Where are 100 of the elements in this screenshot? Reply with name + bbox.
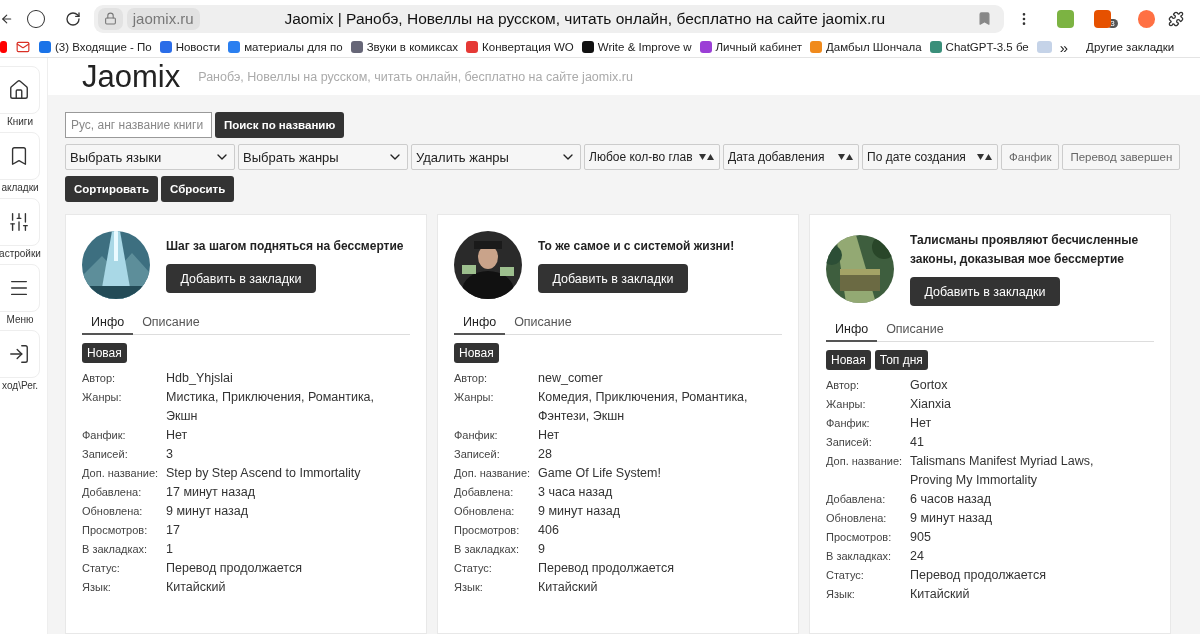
field-label: Добавлена:: [454, 485, 515, 500]
bookmark-item[interactable]: материалы для по: [228, 41, 343, 53]
sidebar-label: акладки: [0, 182, 39, 193]
field-value: Перевод продолжается: [166, 560, 303, 577]
more-bookmarks[interactable]: »: [1059, 38, 1069, 56]
home-icon: [8, 79, 30, 101]
field-value: Комедия, Приключения, Романтика, Фэнтези, Экшн: [538, 389, 749, 425]
tag: Новая: [82, 343, 127, 363]
tag: Новая: [454, 343, 499, 363]
tab[interactable]: Описание: [877, 318, 953, 342]
field-label: Автор:: [454, 371, 489, 386]
sidebar-label: ход\Рег.: [1, 380, 38, 391]
filter-button[interactable]: Фанфик: [1001, 144, 1060, 170]
field-label: Просмотров:: [454, 523, 521, 538]
field-label: Автор:: [82, 371, 117, 386]
tag: Топ дня: [874, 350, 928, 370]
field-value: Китайский: [166, 579, 227, 596]
field-value: Нет: [166, 427, 189, 444]
field-label: Статус:: [826, 568, 865, 583]
field-value: Перевод продолжается: [538, 560, 675, 577]
add-bookmark-button[interactable]: Добавить в закладки: [910, 277, 1060, 306]
other-bookmarks[interactable]: Другие закладки: [1086, 41, 1175, 53]
tab[interactable]: Описание: [133, 311, 209, 335]
login-icon: [8, 343, 30, 365]
sort-icon: [699, 153, 715, 161]
field-value: 24: [910, 548, 925, 565]
field-label: Фанфик:: [826, 416, 871, 431]
field-label: Доп. название:: [82, 466, 160, 481]
book-title[interactable]: То же самое и с системой жизни!: [538, 237, 735, 256]
field-value: Hdb_Yhjslai: [166, 370, 234, 387]
dropdown[interactable]: Выбрать жанры: [238, 144, 408, 170]
bookmark-item[interactable]: Дамбыл Шончала: [810, 41, 922, 53]
sort-icon: [977, 153, 993, 161]
sidebar-button[interactable]: [0, 132, 40, 180]
dropdown[interactable]: Выбрать языки: [65, 144, 235, 170]
sidebar-button[interactable]: [0, 66, 40, 114]
field-label: Жанры:: [82, 390, 123, 405]
field-label: Обновлена:: [826, 511, 888, 526]
sidebar-button[interactable]: [0, 330, 40, 378]
url-text: jaomix.ru: [126, 7, 200, 30]
sidebar-label: астройки: [0, 248, 41, 259]
field-value: 17: [166, 522, 181, 539]
field-label: Добавлена:: [826, 492, 887, 507]
site-logo[interactable]: Jaomix: [82, 58, 181, 95]
sort-dropdown[interactable]: Дата добавления: [723, 144, 859, 170]
reset-button[interactable]: Сбросить: [161, 176, 235, 202]
sort-dropdown[interactable]: По дате создания: [862, 144, 998, 170]
field-label: В закладках:: [454, 542, 521, 557]
add-bookmark-button[interactable]: Добавить в закладки: [538, 264, 688, 293]
field-value: Step by Step Ascend to Immortality: [166, 465, 362, 482]
sidebar-button[interactable]: [0, 198, 40, 246]
field-label: Записей:: [454, 447, 501, 462]
field-label: Фанфик:: [82, 428, 127, 443]
bookmark-item[interactable]: Звуки в комиксах: [350, 41, 459, 53]
mail-icon[interactable]: [15, 40, 31, 54]
field-value: 1: [166, 541, 174, 558]
field-value: Мистика, Приключения, Романтика, Экшн: [166, 389, 376, 425]
search-field[interactable]: Рус, анг название книги: [65, 112, 212, 138]
field-value: Game Of Life System!: [538, 465, 662, 482]
video-icon[interactable]: [0, 41, 7, 53]
sliders-icon: [8, 211, 30, 233]
sidebar-button[interactable]: [0, 264, 40, 312]
book-title[interactable]: Шаг за шагом подняться на бессмертие: [166, 237, 404, 256]
tab[interactable]: Инфо: [454, 311, 506, 335]
field-value: 9 минут назад: [166, 503, 250, 520]
tag: Новая: [826, 350, 871, 370]
bookmark-item[interactable]: ChatGPT-3.5 бе: [929, 41, 1029, 53]
field-label: Язык:: [454, 580, 484, 595]
tab[interactable]: Инфо: [82, 311, 134, 335]
field-value: 9: [538, 541, 546, 558]
search-button[interactable]: Поиск по названию: [215, 112, 345, 138]
field-value: 6 часов назад: [910, 491, 993, 508]
tab[interactable]: Инфо: [826, 318, 878, 342]
field-value: Нет: [910, 415, 933, 432]
field-value: 406: [538, 522, 560, 539]
add-bookmark-button[interactable]: Добавить в закладки: [166, 264, 316, 293]
field-value: new_comer: [538, 370, 604, 387]
field-label: Просмотров:: [82, 523, 149, 538]
field-label: Обновлена:: [82, 504, 144, 519]
address-bar[interactable]: jaomix.ru Jaomix | Ранобэ, Новеллы на русском, читать онлайн, бесплатно на сайте jaomix.ru: [93, 4, 1004, 33]
bookmark-item[interactable]: (3) Входящие - По: [39, 41, 152, 53]
page-title: Jaomix | Ранобэ, Новеллы на русском, читать онлайн, бесплатно на сайте jaomix.ru: [283, 9, 887, 28]
site-tagline: Ранобэ, Новеллы на русском, читать онлайн, бесплатно на сайте jaomix.ru: [198, 69, 633, 84]
bookmark-item[interactable]: Новости: [159, 41, 221, 53]
filter-button[interactable]: Перевод завершен: [1062, 144, 1181, 170]
tab[interactable]: Описание: [505, 311, 581, 335]
dropdown[interactable]: Удалить жанры: [411, 144, 581, 170]
sort-dropdown[interactable]: Любое кол-во глав: [584, 144, 720, 170]
field-label: Доп. название:: [826, 454, 904, 469]
field-label: Автор:: [826, 378, 861, 393]
bookmark-item[interactable]: Личный кабинет: [699, 41, 803, 53]
sort-button[interactable]: Сортировать: [65, 176, 158, 202]
lock-icon[interactable]: [97, 7, 123, 30]
field-label: Просмотров:: [826, 530, 893, 545]
bookmark-item[interactable]: Конвертация WO: [466, 41, 574, 53]
field-value: Китайский: [538, 579, 599, 596]
field-value: 3 часа назад: [538, 484, 614, 501]
bookmark-item[interactable]: Write & Improve w: [581, 41, 692, 53]
book-title[interactable]: Талисманы проявляют бесчисленные законы, доказывая мое бессмертие: [910, 231, 1154, 269]
field-label: В закладках:: [82, 542, 149, 557]
